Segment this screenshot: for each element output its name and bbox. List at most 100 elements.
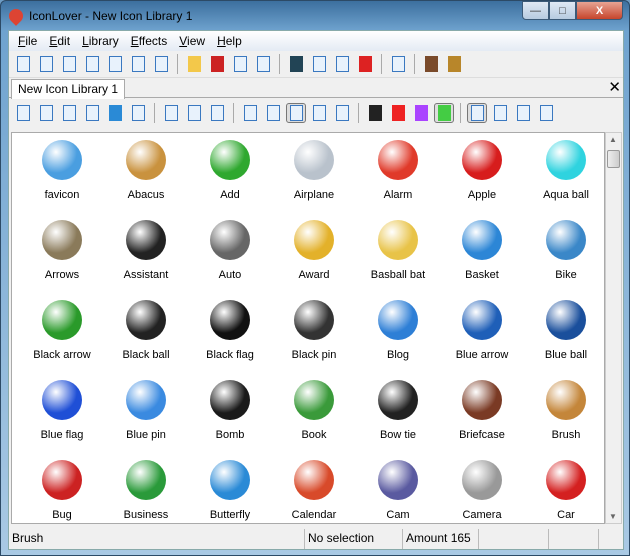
- icon-item-airplane[interactable]: Airplane: [272, 135, 356, 215]
- delete-button[interactable]: [355, 54, 375, 74]
- scroll-down-icon[interactable]: ▼: [609, 512, 617, 521]
- rename-button[interactable]: [207, 103, 227, 123]
- scroll-thumb[interactable]: [607, 150, 620, 168]
- save-all-button[interactable]: [230, 54, 250, 74]
- icon-item-butterfly[interactable]: Butterfly: [188, 455, 272, 523]
- icon-item-basket[interactable]: Basket: [440, 215, 524, 295]
- color256-button[interactable]: [411, 103, 431, 123]
- new-grid-button[interactable]: [59, 54, 79, 74]
- medium-view-button[interactable]: [263, 103, 283, 123]
- arrows-icon: [42, 220, 82, 260]
- compare-button[interactable]: [513, 103, 533, 123]
- open-folder-button[interactable]: [184, 54, 204, 74]
- help-book-button[interactable]: [444, 54, 464, 74]
- icon-item-favicon[interactable]: favicon: [20, 135, 104, 215]
- edit-button[interactable]: [184, 103, 204, 123]
- menu-view[interactable]: View: [174, 34, 212, 48]
- icon-item-black-flag[interactable]: Black flag: [188, 295, 272, 375]
- icon-item-blue-arrow[interactable]: Blue arrow: [440, 295, 524, 375]
- print-button[interactable]: [253, 54, 273, 74]
- menu-effects[interactable]: Effects: [126, 34, 174, 48]
- icon-item-award[interactable]: Award: [272, 215, 356, 295]
- icon-item-blue-flag[interactable]: Blue flag: [20, 375, 104, 455]
- icon-item-brush[interactable]: Brush: [524, 375, 604, 455]
- black-ball-icon: [126, 300, 166, 340]
- icon-item-black-pin[interactable]: Black pin: [272, 295, 356, 375]
- basball-bat-icon: [378, 220, 418, 260]
- new-ani-cursor-button[interactable]: [128, 54, 148, 74]
- list-view-button[interactable]: [332, 103, 352, 123]
- icon-item-bike[interactable]: Bike: [524, 215, 604, 295]
- paste-button[interactable]: [332, 54, 352, 74]
- menu-file[interactable]: File: [13, 34, 44, 48]
- icon-item-blog[interactable]: Blog: [356, 295, 440, 375]
- blog-icon: [378, 300, 418, 340]
- icon-item-blue-pin[interactable]: Blue pin: [104, 375, 188, 455]
- icon-item-car[interactable]: Car: [524, 455, 604, 523]
- cut-button[interactable]: [286, 54, 306, 74]
- wizard-button[interactable]: [421, 54, 441, 74]
- new-icon-button[interactable]: [13, 54, 33, 74]
- properties-button[interactable]: [388, 54, 408, 74]
- new-cursor-button[interactable]: [82, 54, 102, 74]
- more-button[interactable]: [536, 103, 556, 123]
- import-button[interactable]: [128, 103, 148, 123]
- icon-item-auto[interactable]: Auto: [188, 215, 272, 295]
- icon-item-apple[interactable]: Apple: [440, 135, 524, 215]
- truecolor-button[interactable]: [434, 102, 454, 123]
- new-animated-button[interactable]: [105, 54, 125, 74]
- ico-convert-button[interactable]: [151, 54, 171, 74]
- extract-button[interactable]: [82, 103, 102, 123]
- menu-edit[interactable]: Edit: [44, 34, 77, 48]
- save-button[interactable]: [207, 54, 227, 74]
- icon-item-abacus[interactable]: Abacus: [104, 135, 188, 215]
- add-folder-button[interactable]: [36, 103, 56, 123]
- icon-item-bug[interactable]: Bug: [20, 455, 104, 523]
- icon-item-alarm[interactable]: Alarm: [356, 135, 440, 215]
- icon-item-bomb[interactable]: Bomb: [188, 375, 272, 455]
- icon-item-business[interactable]: Business: [104, 455, 188, 523]
- close-tab-icon[interactable]: ✕: [608, 78, 621, 96]
- color16-button[interactable]: [388, 103, 408, 123]
- icon-item-black-ball[interactable]: Black ball: [104, 295, 188, 375]
- detail-view-button[interactable]: [309, 103, 329, 123]
- icon-item-blue-ball[interactable]: Blue ball: [524, 295, 604, 375]
- resize-button[interactable]: [490, 103, 510, 123]
- add-image-button[interactable]: [13, 103, 33, 123]
- close-button[interactable]: X: [576, 1, 623, 20]
- icon-item-cam[interactable]: Cam: [356, 455, 440, 523]
- icon-item-bow-tie[interactable]: Bow tie: [356, 375, 440, 455]
- img-button[interactable]: [467, 102, 487, 123]
- copy-button[interactable]: [309, 54, 329, 74]
- search-folder-button[interactable]: [59, 103, 79, 123]
- icon-item-black-arrow[interactable]: Black arrow: [20, 295, 104, 375]
- web-button[interactable]: [105, 103, 125, 123]
- mono-button[interactable]: [365, 103, 385, 123]
- merge-button[interactable]: [161, 103, 181, 123]
- icon-item-book[interactable]: Book: [272, 375, 356, 455]
- icon-item-calendar[interactable]: Calendar: [272, 455, 356, 523]
- large-view-button[interactable]: [286, 102, 306, 123]
- scroll-up-icon[interactable]: ▲: [609, 135, 617, 144]
- small-view-button[interactable]: [240, 103, 260, 123]
- icon-item-briefcase[interactable]: Briefcase: [440, 375, 524, 455]
- color256-icon: [414, 104, 428, 121]
- maximize-button[interactable]: □: [549, 1, 576, 20]
- minimize-button[interactable]: —: [522, 1, 549, 20]
- icon-item-aqua-ball[interactable]: Aqua ball: [524, 135, 604, 215]
- icon-item-arrows[interactable]: Arrows: [20, 215, 104, 295]
- tab-new-icon-library-1[interactable]: New Icon Library 1: [11, 79, 126, 99]
- resize-grip-icon[interactable]: [599, 529, 623, 549]
- menu-help[interactable]: Help: [212, 34, 249, 48]
- icon-item-basball-bat[interactable]: Basball bat: [356, 215, 440, 295]
- new-image-button[interactable]: [36, 54, 56, 74]
- icon-label: Award: [298, 269, 330, 281]
- icon-item-assistant[interactable]: Assistant: [104, 215, 188, 295]
- icon-label: favicon: [44, 189, 80, 201]
- icon-item-camera[interactable]: Camera: [440, 455, 524, 523]
- vertical-scrollbar[interactable]: ▲ ▼: [605, 132, 622, 524]
- menu-library[interactable]: Library: [77, 34, 126, 48]
- blue-pin-icon: [126, 380, 166, 420]
- icon-label: Aqua ball: [543, 189, 589, 201]
- icon-item-add[interactable]: Add: [188, 135, 272, 215]
